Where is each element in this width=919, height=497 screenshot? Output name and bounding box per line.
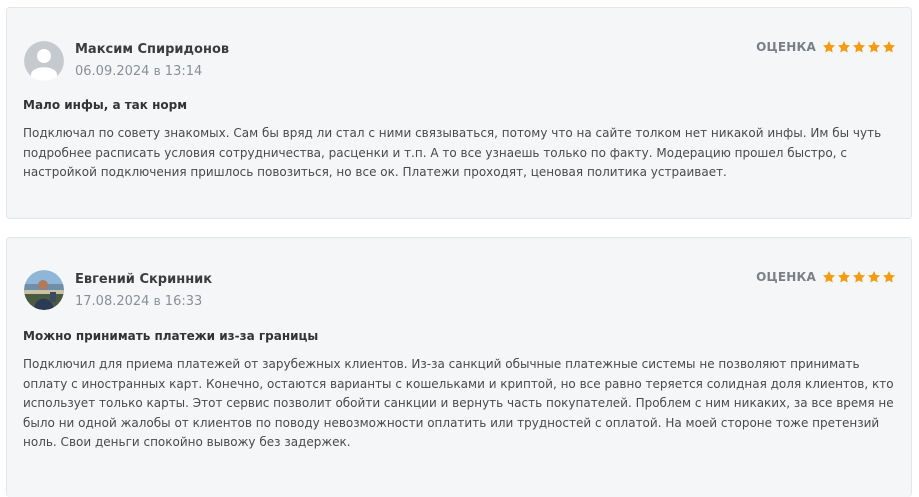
date-separator: в: [153, 294, 161, 308]
star-icon: [882, 271, 896, 283]
star-icon: [852, 271, 866, 283]
star-icon: [867, 41, 881, 53]
review-text: Подключал по совету знакомых. Сам бы вря…: [23, 126, 882, 179]
review-card: Евгений Скринник 17.08.2024 в 16:33 ОЦЕН…: [6, 237, 912, 497]
review-card: Максим Спиридонов 06.09.2024 в 13:14 ОЦЕ…: [6, 7, 912, 219]
avatar: [24, 270, 64, 310]
star-icon: [867, 271, 881, 283]
date-value: 06.09.2024: [75, 64, 150, 79]
star-icon: [837, 41, 851, 53]
time-value: 13:14: [164, 64, 203, 79]
default-user-icon: [24, 41, 64, 81]
author-name: Евгений Скринник: [75, 272, 213, 287]
rating: ОЦЕНКА: [756, 40, 896, 54]
rating: ОЦЕНКА: [756, 270, 896, 284]
user-photo-icon: [24, 270, 64, 310]
date-separator: в: [153, 64, 161, 78]
date-value: 17.08.2024: [75, 294, 150, 309]
review-title: Можно принимать платежи из-за границы: [23, 329, 319, 343]
avatar: [24, 41, 64, 81]
time-value: 16:33: [164, 294, 203, 309]
star-rating: [822, 270, 896, 284]
review-title: Мало инфы, а так норм: [23, 98, 188, 112]
star-icon: [882, 41, 896, 53]
star-icon: [822, 41, 836, 53]
rating-label: ОЦЕНКА: [756, 40, 816, 54]
rating-label: ОЦЕНКА: [756, 270, 816, 284]
review-text: Подключил для приема платежей от зарубеж…: [23, 357, 894, 449]
star-icon: [822, 271, 836, 283]
review-date: 17.08.2024 в 16:33: [75, 294, 202, 309]
author-name: Максим Спиридонов: [75, 42, 230, 57]
star-icon: [852, 41, 866, 53]
star-icon: [837, 271, 851, 283]
review-date: 06.09.2024 в 13:14: [75, 64, 202, 79]
star-rating: [822, 40, 896, 54]
